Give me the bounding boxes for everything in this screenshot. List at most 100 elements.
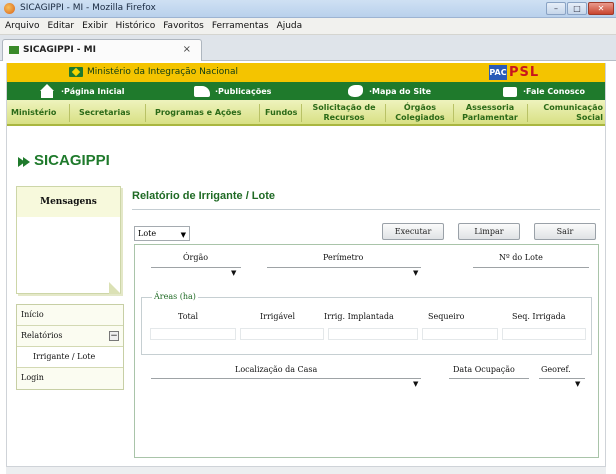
messages-title: Mensagens bbox=[17, 187, 120, 217]
minimize-button[interactable]: – bbox=[546, 2, 566, 15]
georef-label: Georef. bbox=[541, 365, 571, 374]
section-label: Assessoria bbox=[465, 103, 515, 112]
sidebar-item-irrigante-lote[interactable]: Irrigante / Lote bbox=[17, 347, 123, 368]
psl-logo: PSL bbox=[509, 65, 539, 80]
section-label: Secretarias bbox=[79, 108, 131, 117]
sidebar-item-label: Início bbox=[21, 310, 44, 319]
tab-close-icon[interactable]: × bbox=[183, 44, 191, 55]
section-secretarias[interactable]: Secretarias bbox=[79, 108, 130, 118]
close-window-button[interactable]: ✕ bbox=[588, 2, 614, 15]
section-solicitacao-recursos[interactable]: Solicitação de Recursos bbox=[307, 103, 381, 123]
seq-irrigada-label: Seq. Irrigada bbox=[512, 312, 566, 321]
chevron-down-icon[interactable]: ▼ bbox=[413, 269, 418, 277]
nav-label: ·Fale Conosco bbox=[523, 86, 585, 96]
nav-label: ·Mapa do Site bbox=[369, 86, 432, 96]
psl-logo-text: PSL bbox=[509, 65, 540, 80]
section-fundos[interactable]: Fundos bbox=[265, 108, 297, 118]
orgao-select[interactable] bbox=[151, 267, 241, 268]
irrigavel-input[interactable] bbox=[240, 328, 324, 340]
section-label: Colegiados bbox=[395, 113, 445, 122]
section-assessoria-parlamentar[interactable]: Assessoria Parlamentar bbox=[457, 103, 523, 123]
chevron-down-icon[interactable]: ▼ bbox=[231, 269, 236, 277]
section-comunicacao-social[interactable]: Comunicação Social bbox=[533, 103, 603, 123]
collapse-icon[interactable]: − bbox=[109, 331, 119, 341]
clear-button[interactable]: Limpar bbox=[458, 223, 520, 240]
menu-editar[interactable]: Editar bbox=[47, 18, 74, 34]
house-icon bbox=[39, 84, 57, 98]
firefox-icon bbox=[4, 3, 15, 14]
irrig-implantada-input[interactable] bbox=[328, 328, 418, 340]
data-ocupacao-input[interactable] bbox=[449, 378, 529, 379]
window-titlebar: SICAGIPPI - MI - Mozilla Firefox – □ ✕ bbox=[0, 0, 616, 18]
sidebar-item-label: Login bbox=[21, 373, 44, 382]
chevron-down-icon[interactable]: ▼ bbox=[413, 380, 418, 388]
perimetro-label: Perímetro bbox=[323, 253, 364, 262]
horizontal-scrollbar[interactable] bbox=[6, 466, 606, 474]
chevron-down-icon: ▼ bbox=[180, 231, 186, 239]
window-controls: – □ ✕ bbox=[546, 2, 614, 15]
menu-favoritos[interactable]: Favoritos bbox=[163, 18, 204, 34]
nav-fale-conosco[interactable]: ·Fale Conosco bbox=[501, 82, 585, 100]
section-programas-acoes[interactable]: Programas e Ações bbox=[155, 108, 241, 118]
irrig-implantada-label: Irrig. Implantada bbox=[324, 312, 394, 321]
section-divider bbox=[69, 104, 70, 122]
report-type-value: Lote bbox=[138, 229, 157, 238]
pac-logo: PAC bbox=[489, 65, 507, 80]
nav-pagina-inicial[interactable]: ·Página Inicial bbox=[39, 82, 124, 100]
app-name: SICAGIPPI bbox=[34, 152, 110, 169]
section-divider bbox=[301, 104, 302, 122]
gov-strip: Ministério da Integração Nacional PAC PS… bbox=[7, 63, 605, 82]
localizacao-casa-select[interactable] bbox=[151, 378, 421, 379]
section-divider bbox=[453, 104, 454, 122]
section-label: Social bbox=[576, 113, 603, 122]
nav-mapa-do-site[interactable]: ·Mapa do Site bbox=[347, 82, 431, 100]
areas-fieldset: Áreas (ha) Total Irrigável Irrig. Implan… bbox=[141, 292, 592, 355]
total-label: Total bbox=[178, 312, 199, 321]
nr-lote-label: Nº do Lote bbox=[499, 253, 543, 262]
section-ministerio[interactable]: Ministério bbox=[11, 108, 56, 118]
browser-menubar: Arquivo Editar Exibir Histórico Favorito… bbox=[0, 18, 616, 35]
section-menu: Ministério Secretarias Programas e Ações… bbox=[7, 100, 605, 126]
browser-tab[interactable]: SICAGIPPI - MI × bbox=[2, 39, 202, 61]
menu-exibir[interactable]: Exibir bbox=[82, 18, 107, 34]
map-icon bbox=[347, 84, 365, 98]
section-label: Parlamentar bbox=[462, 113, 518, 122]
brazil-flag-icon bbox=[69, 67, 83, 77]
perimetro-select[interactable] bbox=[267, 267, 421, 268]
sequeiro-input[interactable] bbox=[422, 328, 498, 340]
sidebar-item-relatorios[interactable]: Relatórios − bbox=[17, 326, 123, 347]
ministry-link[interactable]: Ministério da Integração Nacional bbox=[87, 67, 238, 77]
menu-ferramentas[interactable]: Ferramentas bbox=[212, 18, 269, 34]
menu-ajuda[interactable]: Ajuda bbox=[277, 18, 303, 34]
localizacao-casa-label: Localização da Casa bbox=[235, 365, 318, 374]
georef-select[interactable] bbox=[539, 378, 585, 379]
section-label: Fundos bbox=[265, 108, 298, 117]
maximize-button[interactable]: □ bbox=[567, 2, 587, 15]
nr-lote-input[interactable] bbox=[473, 267, 589, 268]
data-ocupacao-label: Data Ocupação bbox=[453, 365, 515, 374]
seq-irrigada-input[interactable] bbox=[502, 328, 586, 340]
chevron-down-icon[interactable]: ▼ bbox=[575, 380, 580, 388]
section-divider bbox=[385, 104, 386, 122]
filter-form: Órgão ▼ Perímetro ▼ Nº do Lote Áreas (ha… bbox=[134, 244, 599, 458]
sidebar-item-label: Irrigante / Lote bbox=[33, 352, 96, 361]
section-divider bbox=[259, 104, 260, 122]
total-input[interactable] bbox=[150, 328, 236, 340]
menu-historico[interactable]: Histórico bbox=[116, 18, 156, 34]
irrigavel-label: Irrigável bbox=[260, 312, 296, 321]
execute-button[interactable]: Executar bbox=[382, 223, 444, 240]
sidebar-item-login[interactable]: Login bbox=[17, 368, 123, 389]
section-divider bbox=[145, 104, 146, 122]
sidebar-item-inicio[interactable]: Início bbox=[17, 305, 123, 326]
messages-panel: Mensagens bbox=[16, 186, 121, 294]
page-fold-icon bbox=[109, 282, 121, 294]
mail-icon bbox=[501, 84, 519, 98]
section-orgaos-colegiados[interactable]: Órgãos Colegiados bbox=[389, 103, 451, 123]
nav-publicacoes[interactable]: ·Publicações bbox=[193, 82, 271, 100]
exit-button[interactable]: Sair bbox=[534, 223, 596, 240]
sequeiro-label: Sequeiro bbox=[428, 312, 465, 321]
section-label: Comunicação bbox=[543, 103, 603, 112]
book-icon bbox=[193, 84, 211, 98]
report-type-select[interactable]: Lote ▼ bbox=[134, 226, 190, 241]
menu-arquivo[interactable]: Arquivo bbox=[5, 18, 39, 34]
